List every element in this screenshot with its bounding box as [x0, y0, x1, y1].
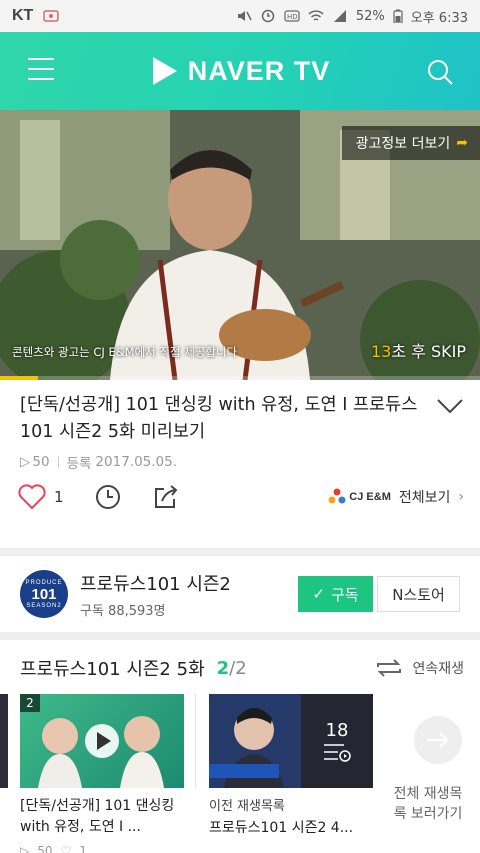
playlist-icon — [324, 743, 351, 762]
chevron-right-icon: › — [458, 489, 464, 505]
playlist-badge: 2 — [20, 694, 40, 712]
ad-info-label: 광고정보 더보기 — [355, 136, 451, 152]
repeat-icon — [377, 659, 402, 677]
skip-label: 초 후 SKIP — [391, 342, 466, 361]
playlist-title: 프로듀스101 시즌2 5화 — [20, 659, 205, 680]
svg-text:HD: HD — [287, 13, 298, 21]
view-all-link[interactable]: CJ E&M 전체보기 › — [327, 487, 464, 507]
check-icon: ✓ — [312, 585, 325, 603]
partial-thumbnail[interactable] — [0, 694, 8, 788]
view-count: 50 — [32, 454, 50, 470]
cj-mark-icon — [328, 488, 346, 504]
battery-icon — [393, 9, 403, 23]
play-count-icon: ▷ — [20, 454, 31, 470]
previous-playlist-count: 18 — [325, 719, 349, 741]
channel-avatar[interactable]: PRODUCE 101 SEASON2 — [20, 570, 68, 618]
card-divider — [195, 694, 196, 788]
brand-logo-text: CJ E&M — [349, 491, 391, 503]
subscribe-button[interactable]: ✓ 구독 — [298, 576, 373, 612]
current-item-meta: ▷ 50 ♡ 1 — [20, 844, 87, 853]
view-all-label: 전체보기 — [398, 490, 451, 506]
play-logo-icon — [152, 57, 177, 85]
autoplay-toggle[interactable]: 연속재생 — [374, 657, 464, 679]
clock-icon — [95, 485, 120, 509]
avatar-text: 101 — [31, 585, 57, 603]
status-bar: KT HD 52% 오후 6:33 — [0, 0, 480, 32]
meta-divider — [57, 456, 59, 468]
playlist-current: 2 — [216, 657, 230, 679]
autoplay-label: 연속재생 — [412, 661, 464, 677]
skip-countdown: 13 — [371, 342, 392, 361]
battery-percent: 52% — [355, 8, 385, 24]
partial-card-text: · — [0, 796, 6, 817]
like-button[interactable]: 1 — [18, 484, 64, 510]
wifi-icon — [308, 10, 324, 21]
section-divider — [0, 632, 480, 640]
video-info: [단독/선공개] 101 댄싱킹 with 유정, 도연 I 프로듀스101 시… — [20, 392, 430, 472]
previous-thumbnail: 18 — [209, 694, 373, 788]
playlist-header: 프로듀스101 시즌2 5화 2 /2 연속재생 — [20, 655, 464, 681]
search-icon[interactable] — [426, 58, 454, 86]
naver-tv-logo[interactable]: NAVER TV — [150, 55, 331, 87]
video-actions: 1 CJ E&M 전체보기 › — [18, 478, 464, 516]
chevron-down-icon[interactable] — [436, 396, 464, 416]
hamburger-line — [28, 68, 54, 70]
clock: 오후 6:33 — [410, 10, 468, 26]
ad-info-button[interactable]: 광고정보 더보기 ➦ — [341, 126, 480, 160]
upload-date: 2017.05.05. — [95, 454, 178, 470]
signal-icon — [333, 10, 346, 22]
app-header: NAVER TV — [0, 32, 480, 110]
date-label: 등록 — [66, 456, 92, 472]
share-button[interactable] — [152, 483, 180, 511]
ad-progress-fill — [0, 376, 39, 380]
section-divider — [0, 548, 480, 556]
view-all-playlists-button[interactable] — [414, 716, 462, 764]
video-title: [단독/선공개] 101 댄싱킹 with 유정, 도연 I 프로듀스101 시… — [20, 395, 418, 442]
hamburger-icon — [28, 58, 54, 60]
video-player[interactable]: 광고정보 더보기 ➦ 콘텐츠와 광고는 CJ E&M에서 직접 제공합니다 13… — [0, 110, 480, 380]
ad-notice: 콘텐츠와 광고는 CJ E&M에서 직접 제공합니다 — [12, 345, 238, 359]
alarm-icon — [261, 9, 275, 23]
skip-ad-button[interactable]: 13초 후 SKIP — [371, 338, 466, 362]
share-icon — [154, 485, 177, 508]
cj-logo: CJ E&M — [327, 487, 391, 507]
current-thumbnail-image — [38, 716, 164, 788]
carrier-label: KT — [12, 7, 34, 24]
heart-icon — [18, 484, 46, 510]
current-item-likes: 1 — [79, 844, 87, 853]
video-meta: ▷ 50 등록 2017.05.05. — [20, 452, 430, 472]
mute-icon — [237, 11, 252, 21]
share-arrow-icon: ➦ — [456, 135, 468, 151]
like-count: 1 — [54, 488, 64, 506]
ad-progress-bar[interactable] — [0, 376, 480, 380]
playlist-count-overlay: 18 — [301, 694, 373, 788]
views-icon: ▷ — [20, 844, 30, 853]
subscribe-label: 구독 — [330, 585, 359, 604]
channel-row: PRODUCE 101 SEASON2 프로듀스101 시즌2 구독 88,59… — [0, 556, 480, 632]
hd-icon: HD — [284, 10, 300, 22]
channel-name[interactable]: 프로듀스101 시즌2 — [80, 570, 231, 596]
watch-later-button[interactable] — [94, 483, 122, 511]
current-item-title: [단독/선공개] 101 댄싱킹 with 유정, 도연 I ... — [20, 798, 175, 835]
hamburger-line — [28, 78, 54, 80]
previous-playlist-label: 이전 재생목록 — [209, 799, 285, 814]
subscriber-count: 구독 88,593명 — [80, 603, 166, 619]
playlist-strip[interactable]: · 2 [단독/선공개] 101 댄싱킹 with 유정, 도연 I ... ▷… — [0, 694, 480, 853]
current-thumbnail: 2 — [20, 694, 184, 788]
playlist-total: /2 — [229, 657, 247, 679]
notification-icon — [43, 10, 60, 22]
current-item-views: 50 — [37, 844, 53, 853]
heart-icon: ♡ — [60, 844, 72, 853]
previous-playlist-title: 프로듀스101 시즌2 4... — [209, 820, 354, 836]
arrow-right-icon — [427, 732, 449, 748]
avatar-bottom-text: SEASON2 — [26, 602, 62, 609]
logo-text: NAVER TV — [187, 55, 331, 86]
nstore-button[interactable]: N스토어 — [377, 576, 460, 612]
menu-button[interactable] — [28, 58, 54, 82]
view-all-playlists-label[interactable]: 전체 재생목록 보러가기 — [388, 784, 468, 824]
